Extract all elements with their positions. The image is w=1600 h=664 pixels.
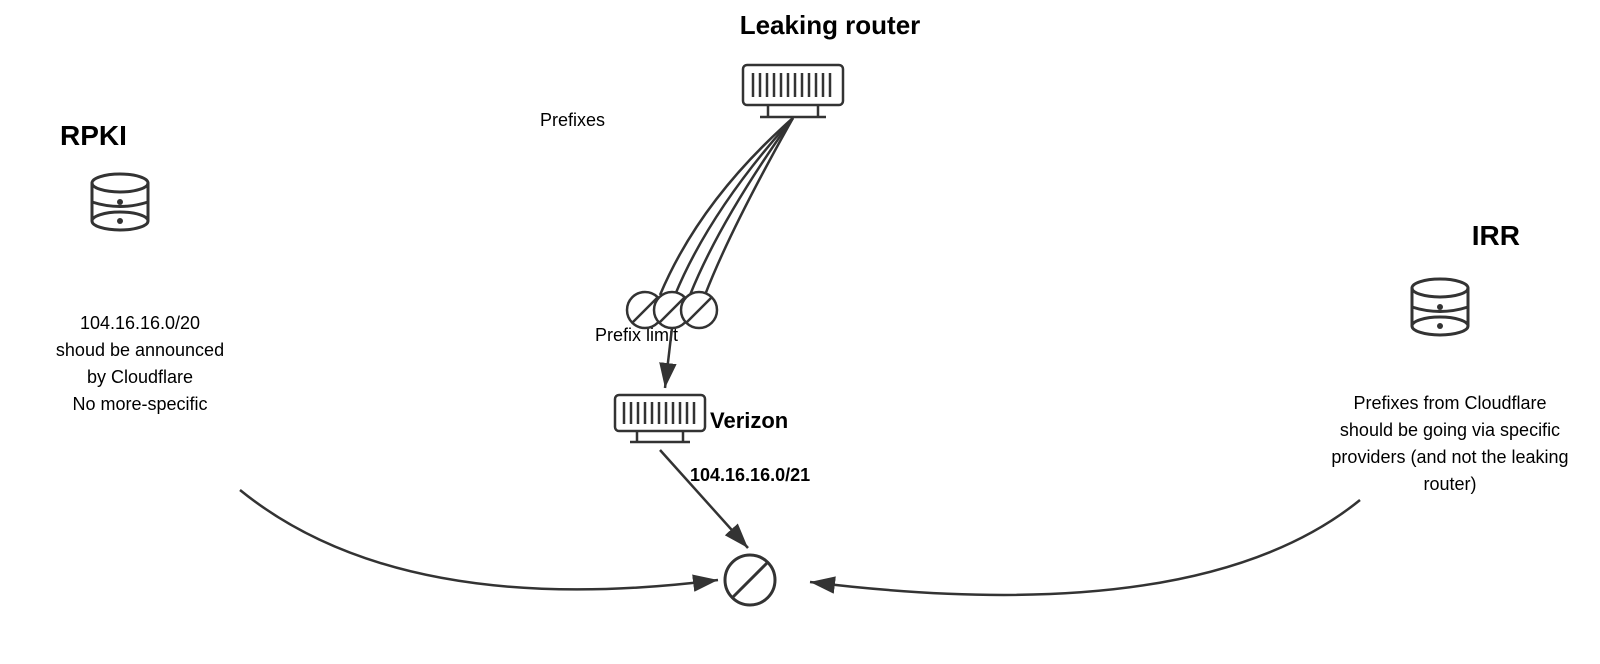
diagram-container: RPKI 104.16.16.0/20 shoud be announced b… [0, 0, 1600, 664]
leaking-router-label: Leaking router [700, 10, 960, 41]
block-circle-icon [720, 550, 780, 615]
prefixes-label: Prefixes [540, 110, 605, 131]
irr-description: Prefixes from Cloudflare should be going… [1330, 390, 1570, 498]
prefix-limit-label: Prefix limit [595, 325, 678, 346]
leaking-router-icon [738, 55, 848, 130]
irr-label: IRR [1472, 220, 1520, 252]
rpki-database-icon [80, 165, 160, 250]
verizon-label: Verizon [710, 408, 788, 434]
irr-database-icon [1400, 270, 1480, 355]
verizon-router-icon [610, 390, 710, 455]
rpki-label: RPKI [60, 120, 127, 152]
prefix-announce-label: 104.16.16.0/21 [690, 465, 810, 486]
rpki-description: 104.16.16.0/20 shoud be announced by Clo… [30, 310, 250, 418]
